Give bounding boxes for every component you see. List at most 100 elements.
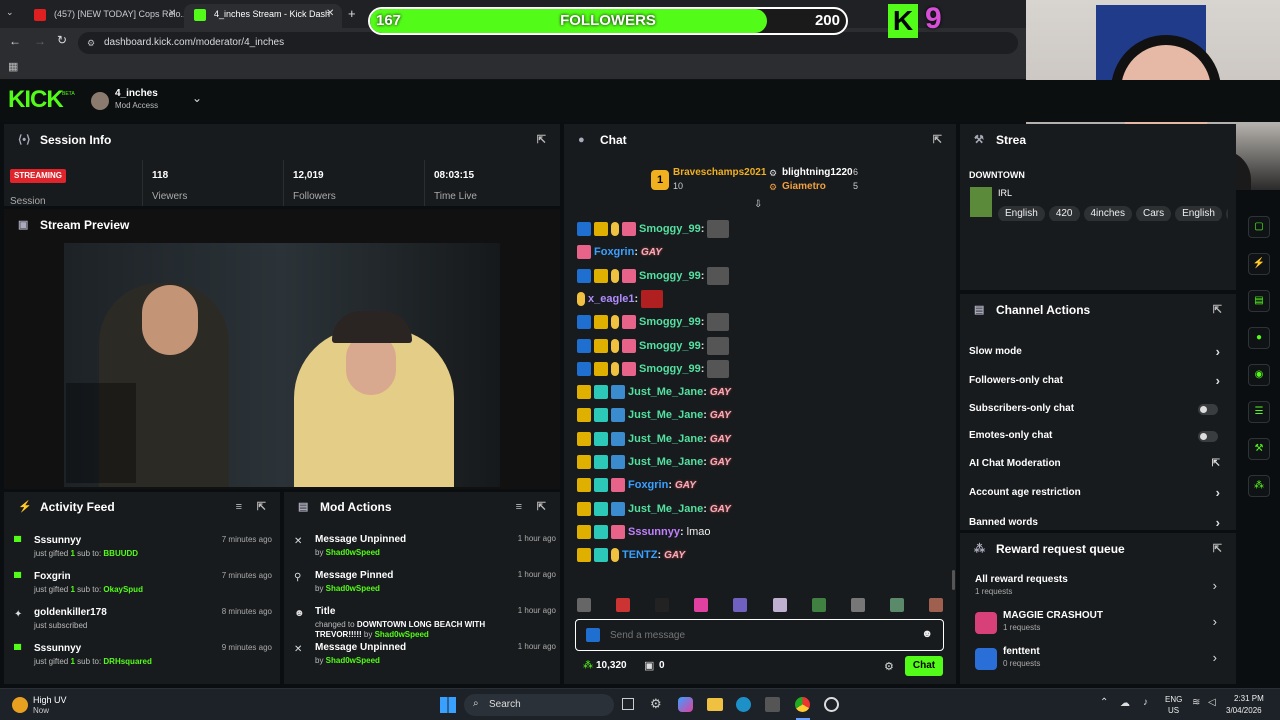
chat-message[interactable]: x_eagle1: (577, 289, 664, 309)
chat-username[interactable]: Smoggy_99 (639, 363, 701, 375)
emote-icon[interactable]: GAY (710, 406, 731, 424)
chat-message[interactable]: Just_Me_Jane: GAY (577, 452, 731, 472)
activity-user[interactable]: Foxgrin (34, 571, 71, 582)
emote-icon[interactable] (655, 598, 670, 612)
chat-username[interactable]: x_eagle1 (588, 293, 634, 305)
top-gifter-name[interactable]: Braveschamps2021 (673, 167, 766, 178)
moderator-badge-icon[interactable] (577, 338, 591, 353)
channel-action-item[interactable]: Account age restriction › (969, 481, 1224, 505)
chat-username[interactable]: Just_Me_Jane (628, 503, 703, 515)
channel-avatar[interactable] (91, 92, 109, 110)
tier-badge-icon[interactable] (611, 361, 619, 376)
category-name[interactable]: IRL (998, 188, 1012, 198)
chevron-right-icon[interactable]: › (1213, 614, 1217, 629)
subscriber-badge-icon[interactable] (594, 408, 608, 423)
tier-badge-icon[interactable] (611, 315, 619, 330)
screen-icon[interactable]: ▢ (1248, 216, 1270, 238)
chat-message[interactable]: Foxgrin: GAY (577, 475, 696, 495)
mod-name[interactable]: Shad0wSpeed (326, 584, 380, 593)
chat-icon[interactable]: ● (1248, 327, 1270, 349)
founder-badge-icon[interactable] (611, 431, 625, 446)
reward-queue-item[interactable]: fenttent 0 requests › (975, 646, 1225, 676)
gift-icon[interactable]: ▣ (644, 659, 654, 672)
language-code[interactable]: ENG (1165, 695, 1182, 704)
mod-name[interactable]: Shad0wSpeed (375, 630, 429, 639)
vip-crown-icon[interactable] (594, 222, 608, 237)
emote-icon[interactable] (641, 289, 664, 308)
toggle-switch[interactable] (1198, 404, 1218, 415)
gift-badge-icon[interactable] (622, 268, 636, 283)
forward-icon[interactable]: → (34, 34, 46, 48)
activity-target[interactable]: OkaySpud (103, 585, 143, 594)
moderator-badge-icon[interactable] (577, 268, 591, 283)
apps-icon[interactable]: ▦ (8, 60, 18, 73)
popout-icon[interactable]: ⇱ (257, 492, 266, 522)
chat-scrollbar[interactable] (952, 570, 955, 590)
emote-icon[interactable] (707, 359, 730, 378)
mod-name[interactable]: Shad0wSpeed (326, 656, 380, 665)
moderator-badge-icon[interactable] (577, 222, 591, 237)
chat-message[interactable]: Smoggy_99: (577, 266, 730, 286)
new-tab-button[interactable]: + (348, 6, 356, 21)
gifter3-name[interactable]: Giametro (782, 181, 826, 192)
emote-icon[interactable] (707, 266, 730, 285)
tier-badge-icon[interactable] (611, 548, 619, 563)
emote-icon[interactable] (616, 598, 631, 612)
chat-send-button[interactable]: Chat (905, 656, 943, 676)
tab-kick[interactable]: 4_inches Stream - Kick Dash (184, 4, 342, 28)
chat-message[interactable]: Foxgrin: GAY (577, 242, 662, 262)
chat-username[interactable]: Smoggy_99 (639, 270, 701, 282)
clock-time[interactable]: 2:31 PM (1234, 694, 1264, 703)
stream-tag[interactable]: Cars (1135, 206, 1172, 221)
channel-action-item[interactable]: Subscribers-only chat (969, 397, 1224, 421)
emote-icon[interactable]: GAY (710, 453, 731, 471)
emote-icon[interactable]: GAY (675, 476, 696, 494)
channel-action-item[interactable]: Followers-only chat › (969, 369, 1224, 393)
subscriber-badge-icon[interactable] (594, 548, 608, 563)
chat-username[interactable]: Just_Me_Jane (628, 456, 703, 468)
chat-message[interactable]: Smoggy_99: (577, 359, 730, 379)
popout-icon[interactable]: ⇱ (537, 492, 546, 522)
chat-message[interactable]: Sssunnyy: lmao (577, 522, 710, 542)
close-icon[interactable]: ✕ (168, 8, 176, 19)
chat-message[interactable]: Just_Me_Jane: GAY (577, 405, 731, 425)
chat-input-box[interactable]: ☻ (575, 619, 944, 651)
task-view-icon[interactable] (622, 698, 634, 710)
chevron-down-icon[interactable]: ⌄ (192, 91, 202, 105)
chevron-right-icon[interactable]: › (1213, 650, 1217, 665)
popout-icon[interactable]: ⇱ (933, 124, 942, 156)
windows-start-icon[interactable] (440, 697, 456, 713)
clock-date[interactable]: 3/04/2026 (1226, 706, 1262, 715)
store-icon[interactable] (765, 697, 780, 712)
vip-crown-icon[interactable] (594, 268, 608, 283)
emote-icon[interactable] (889, 598, 904, 612)
popout-icon[interactable]: ⇱ (1213, 533, 1222, 565)
onedrive-icon[interactable]: ☁ (1120, 698, 1130, 709)
gift-badge-icon[interactable] (622, 361, 636, 376)
activity-user[interactable]: Sssunnyy (34, 535, 81, 546)
tray-chevron-icon[interactable]: ⌃ (1100, 697, 1108, 708)
gift-badge-icon[interactable] (577, 245, 591, 260)
weather-icon[interactable] (12, 697, 28, 713)
chat-username[interactable]: Just_Me_Jane (628, 433, 703, 445)
subscriber-badge-icon[interactable] (594, 501, 608, 516)
toggle-switch[interactable] (1198, 431, 1218, 442)
chat-username[interactable]: Foxgrin (628, 479, 668, 491)
activity-item[interactable]: ▀ Foxgrin just gifted 1 sub to: OkaySpud 7 … (14, 571, 272, 605)
subscriber-badge-icon[interactable] (594, 455, 608, 470)
emote-icon[interactable] (707, 336, 730, 355)
emote-icon[interactable] (850, 598, 865, 612)
wrench-icon[interactable]: ⚒ (1248, 438, 1270, 460)
subscriber-badge-icon[interactable] (594, 478, 608, 493)
points-icon[interactable]: ⁂ (1248, 475, 1270, 497)
founder-badge-icon[interactable] (611, 408, 625, 423)
vip-crown-icon[interactable] (577, 478, 591, 493)
vip-crown-icon[interactable] (577, 524, 591, 539)
volume-icon[interactable]: ◁ (1208, 697, 1216, 708)
chat-username[interactable]: Foxgrin (594, 246, 634, 258)
filter-icon[interactable]: ≡ (516, 492, 522, 522)
channel-action-item[interactable]: Emotes-only chat (969, 424, 1224, 448)
chat-username[interactable]: TENTZ (622, 549, 657, 561)
activity-target[interactable]: BBUUDD (103, 549, 138, 558)
founder-badge-icon[interactable] (611, 455, 625, 470)
